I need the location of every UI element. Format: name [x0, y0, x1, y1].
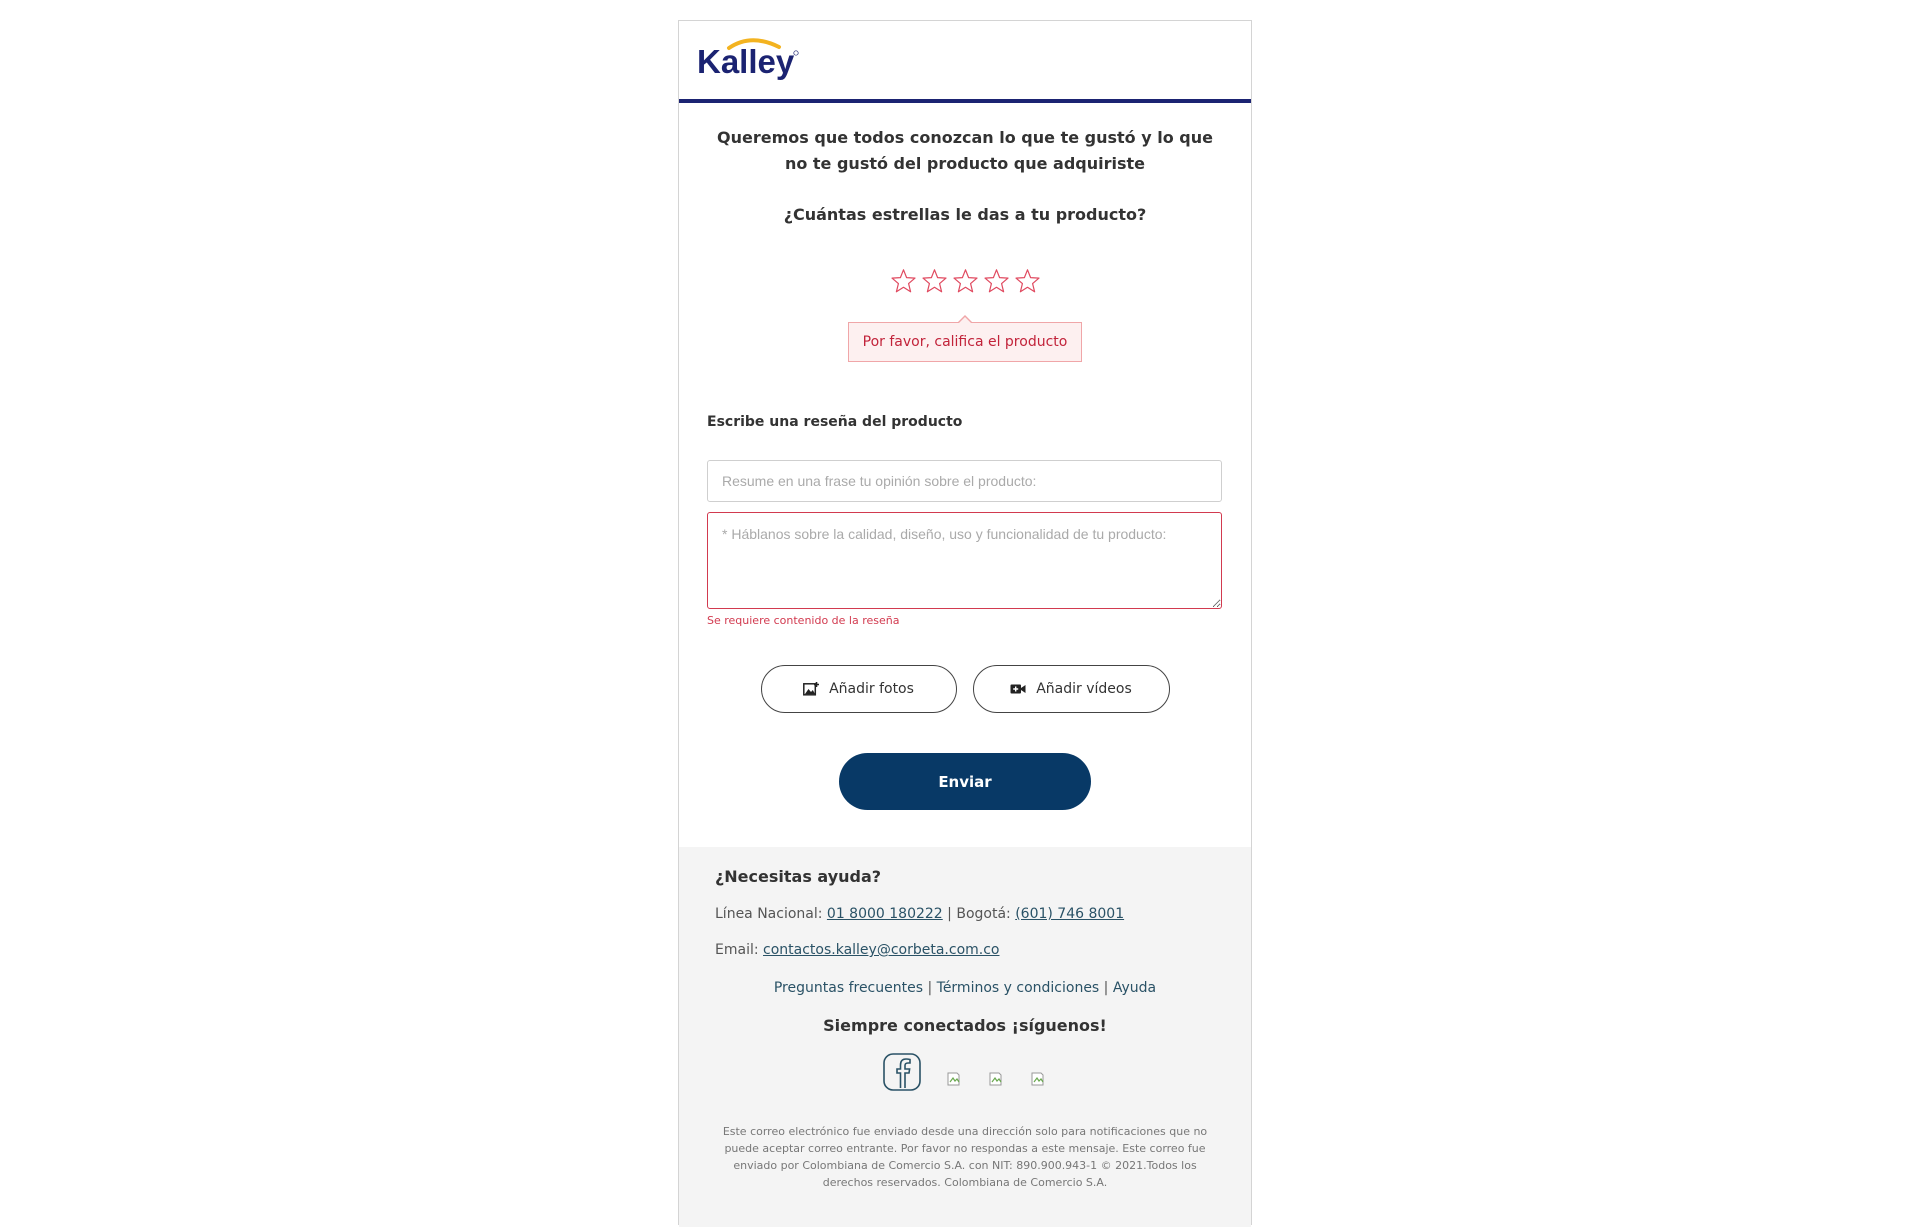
social-link-3[interactable]	[989, 1071, 1005, 1095]
social-link-2[interactable]	[947, 1071, 963, 1095]
star-icon	[890, 269, 916, 293]
video-camera-icon	[1010, 684, 1026, 694]
review-label: Escribe una reseña del producto	[707, 414, 963, 430]
terms-link[interactable]: Términos y condiciones	[937, 980, 1100, 996]
bogota-phone-link[interactable]: (601) 746 8001	[1015, 906, 1124, 922]
separator: |	[923, 980, 937, 996]
phone-line: Línea Nacional: 01 8000 180222 | Bogotá:…	[715, 906, 1215, 922]
svg-text:Kalley: Kalley	[697, 43, 795, 80]
star-icon	[983, 269, 1009, 293]
faq-link[interactable]: Preguntas frecuentes	[774, 980, 923, 996]
header: Kalley	[679, 21, 1251, 103]
help-link[interactable]: Ayuda	[1113, 980, 1156, 996]
facebook-link[interactable]	[883, 1053, 921, 1095]
star-icon	[1014, 269, 1040, 293]
submit-button[interactable]: Enviar	[839, 753, 1091, 810]
email-link[interactable]: contactos.kalley@corbeta.com.co	[763, 942, 999, 958]
rating-error-tooltip: Por favor, califica el producto	[847, 315, 1083, 362]
broken-image-icon	[947, 1072, 960, 1086]
kalley-logo: Kalley	[697, 38, 799, 80]
intro-text: Queremos que todos conozcan lo que te gu…	[717, 128, 1213, 173]
star-2[interactable]	[921, 268, 948, 295]
bogota-label: Bogotá:	[956, 906, 1016, 922]
footer: ¿Necesitas ayuda? Línea Nacional: 01 800…	[679, 847, 1251, 1227]
disclaimer: Este correo electrónico fue enviado desd…	[722, 1125, 1208, 1189]
facebook-icon	[883, 1053, 921, 1091]
star-icon	[952, 269, 978, 293]
broken-image-icon	[989, 1072, 1002, 1086]
national-line-label: Línea Nacional:	[715, 906, 827, 922]
add-videos-button[interactable]: Añadir vídeos	[972, 665, 1170, 713]
social-links	[715, 1053, 1215, 1095]
star-4[interactable]	[983, 268, 1010, 295]
social-link-4[interactable]	[1031, 1071, 1047, 1095]
media-buttons: Añadir fotos Añadir vídeos	[707, 665, 1223, 713]
help-title: ¿Necesitas ayuda?	[715, 867, 882, 886]
rating-question: ¿Cuántas estrellas le das a tu producto?	[783, 205, 1147, 224]
review-form-card: Kalley Queremos que todos conozcan lo qu…	[678, 20, 1252, 1227]
review-body-textarea[interactable]	[707, 512, 1222, 609]
separator: |	[942, 906, 957, 922]
separator: |	[1099, 980, 1113, 996]
review-body-error: Se requiere contenido de la reseña	[707, 614, 900, 627]
star-icon	[921, 269, 947, 293]
broken-image-icon	[1031, 1072, 1044, 1086]
footer-links: Preguntas frecuentes | Términos y condic…	[715, 980, 1215, 996]
add-photo-icon	[803, 682, 820, 696]
star-rating[interactable]	[707, 268, 1223, 300]
email-line: Email: contactos.kalley@corbeta.com.co	[715, 942, 1215, 958]
national-phone-link[interactable]: 01 8000 180222	[827, 906, 943, 922]
email-label: Email:	[715, 942, 764, 958]
review-summary-input[interactable]	[707, 460, 1222, 502]
add-videos-label: Añadir vídeos	[1036, 681, 1132, 697]
star-3[interactable]	[952, 268, 979, 295]
follow-text: Siempre conectados ¡síguenos!	[823, 1016, 1107, 1035]
main-content: Queremos que todos conozcan lo que te gu…	[679, 125, 1251, 810]
add-photos-label: Añadir fotos	[829, 681, 914, 697]
add-photos-button[interactable]: Añadir fotos	[760, 665, 957, 713]
star-1[interactable]	[890, 268, 917, 295]
star-5[interactable]	[1014, 268, 1041, 295]
